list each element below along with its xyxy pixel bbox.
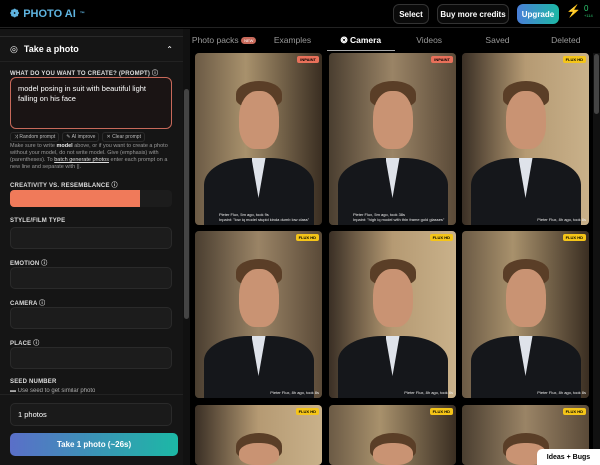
ai-improve-button[interactable]: ✎ AI improve	[62, 132, 100, 142]
photo-card[interactable]: FLUX HD	[329, 405, 456, 465]
credits-count: 0	[583, 4, 589, 13]
photo-badge: FLUX HD	[562, 234, 586, 241]
seed-label: SEED NUMBER	[10, 379, 57, 385]
photo-card[interactable]: FLUX HD Pieter Flux, 8h ago, took 8s	[329, 231, 456, 398]
camera-select[interactable]	[10, 307, 172, 329]
credits-sub: +114	[583, 13, 593, 18]
style-select[interactable]	[10, 227, 172, 249]
emotion-select[interactable]	[10, 267, 172, 289]
top-bar: ❁ PHOTO AI ™ Select Buy more credits Upgra…	[0, 0, 600, 28]
place-select[interactable]	[10, 347, 172, 369]
upgrade-button[interactable]: Upgrade	[517, 4, 559, 24]
photo-card[interactable]: INPAINT Pieter Flux, 5m ago, took 9s Inpa…	[195, 53, 322, 225]
photo-badge: INPAINT	[431, 56, 453, 63]
photo-badge: FLUX HD	[562, 56, 586, 63]
place-label: PLACE ⓘ	[10, 341, 40, 347]
photo-badge: FLUX HD	[295, 408, 319, 415]
photo-card[interactable]: FLUX HD Pieter Flux, 8h ago, took 8s	[462, 53, 589, 225]
photo-meta: Pieter Flux, 5m ago, took 9s Inpaint: "lo…	[219, 212, 310, 222]
photo-badge: FLUX HD	[295, 234, 319, 241]
photo-image	[372, 269, 413, 327]
photo-card[interactable]: FLUX HD	[195, 405, 322, 465]
tabs: Photo packs NEW Examples ❂ Camera Videos…	[190, 29, 600, 51]
tab-deleted[interactable]: Deleted	[532, 29, 600, 51]
photo-image	[238, 443, 279, 465]
tab-camera[interactable]: ❂ Camera	[326, 29, 395, 51]
tab-examples[interactable]: Examples	[258, 29, 326, 51]
prompt-label: WHAT DO YOU WANT TO CREATE? (PROMPT) ⓘ	[10, 71, 159, 77]
photo-meta: Pieter Flux, 8h ago, took 8s	[537, 390, 586, 395]
photo-badge: FLUX HD	[429, 408, 453, 415]
creativity-label: CREATIVITY VS. RESEMBLANCE ⓘ	[10, 183, 118, 189]
photo-image	[372, 443, 413, 465]
aperture-icon: ❂	[340, 35, 348, 45]
photo-meta: Pieter Flux, 8h ago, took 8s	[270, 390, 319, 395]
tab-saved[interactable]: Saved	[463, 29, 531, 51]
tab-videos[interactable]: Videos	[395, 29, 463, 51]
photo-card[interactable]: INPAINT Pieter Flux, 5m ago, took 38s Inp…	[329, 53, 456, 225]
logo-tm: ™	[79, 10, 85, 17]
style-label: STYLE/FILM TYPE	[10, 218, 66, 224]
feedback-button[interactable]: Ideas + Bugs	[537, 449, 600, 465]
photo-meta: Pieter Flux, 5m ago, took 38s Inpaint: "h…	[353, 212, 445, 222]
camera-label: CAMERA ⓘ	[10, 301, 46, 307]
chevron-up-icon[interactable]: ⌃	[166, 45, 173, 54]
buy-credits-button[interactable]: Buy more credits	[437, 4, 509, 24]
random-prompt-button[interactable]: ⤨ Random prompt	[10, 132, 60, 142]
photo-image	[372, 91, 413, 149]
gallery-scrollbar[interactable]	[593, 53, 600, 465]
prompt-help: Make sure to write model above, or if yo…	[10, 143, 168, 170]
photo-card[interactable]: FLUX HD Pieter Flux, 8h ago, took 8s	[195, 231, 322, 398]
photo-badge: INPAINT	[297, 56, 319, 63]
take-photo-header[interactable]: ◎ Take a photo ⌃	[0, 36, 183, 62]
photo-count-input[interactable]: 1 photos	[10, 403, 172, 426]
creativity-slider[interactable]	[10, 190, 172, 207]
take-photo-button[interactable]: Take 1 photo (~26s)	[10, 433, 178, 456]
photo-card[interactable]: FLUX HD Pieter Flux, 8h ago, took 8s	[462, 231, 589, 398]
prompt-input[interactable]: model posing in suit with beautiful ligh…	[10, 77, 172, 129]
batch-link[interactable]: batch generate photos	[54, 157, 109, 163]
new-badge: NEW	[241, 36, 257, 44]
photo-image	[505, 269, 546, 327]
photo-image	[505, 91, 546, 149]
clear-prompt-button[interactable]: ✕ Clear prompt	[102, 132, 145, 142]
logo[interactable]: ❁ PHOTO AI ™	[10, 7, 85, 21]
photo-badge: FLUX HD	[429, 234, 453, 241]
tab-photo-packs[interactable]: Photo packs NEW	[190, 29, 258, 51]
bolt-icon: ⚡	[566, 4, 581, 18]
sidebar-scrollbar[interactable]	[183, 29, 190, 465]
section-title: Take a photo	[23, 44, 79, 54]
photo-meta: Pieter Flux, 8h ago, took 8s	[404, 390, 453, 395]
photo-image	[238, 91, 279, 149]
select-button[interactable]: Select	[393, 4, 429, 24]
camera-icon: ◎	[10, 43, 18, 54]
emotion-label: EMOTION ⓘ	[10, 261, 48, 267]
credits: ⚡ 0 +114	[566, 4, 593, 18]
aperture-icon: ❁	[10, 8, 20, 20]
logo-text: PHOTO AI	[23, 7, 76, 20]
photo-image	[238, 269, 279, 327]
photo-badge: FLUX HD	[562, 408, 586, 415]
photo-meta: Pieter Flux, 8h ago, took 8s	[537, 217, 586, 222]
